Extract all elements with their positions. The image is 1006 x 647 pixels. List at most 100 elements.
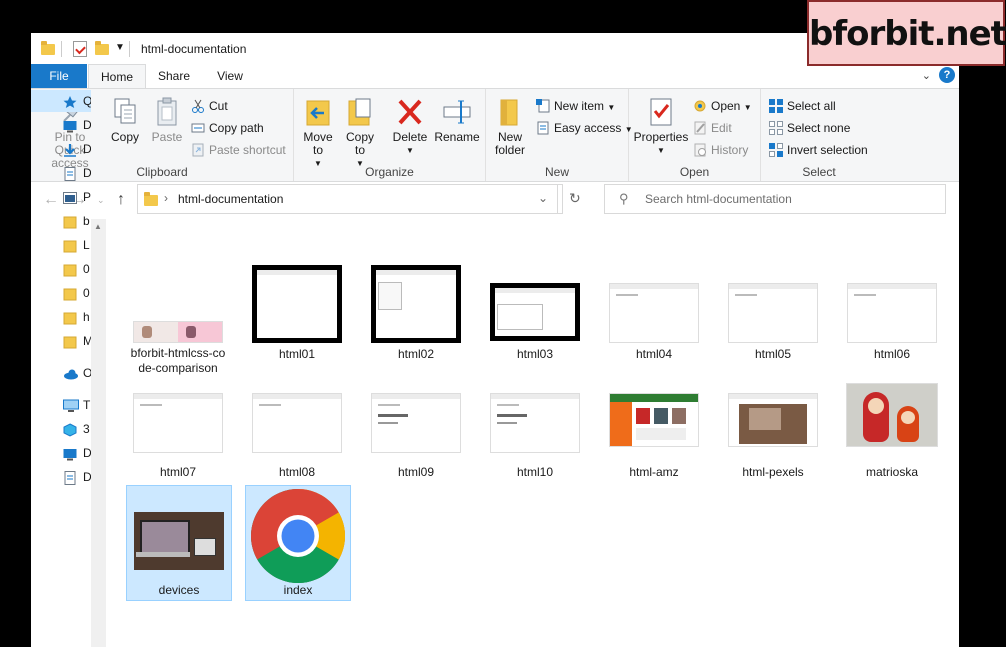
history-button[interactable]: History bbox=[693, 141, 748, 159]
open-group-label: Open bbox=[679, 165, 710, 179]
file-thumbnail bbox=[490, 283, 580, 341]
nav-item[interactable]: D bbox=[31, 162, 91, 184]
file-name: html-amz bbox=[629, 465, 679, 479]
new-item-button[interactable]: New item ▼ bbox=[536, 97, 615, 115]
help-icon[interactable]: ? bbox=[939, 67, 955, 83]
properties-button[interactable]: Properties ▼ bbox=[631, 97, 691, 157]
file-item[interactable]: devices bbox=[126, 485, 232, 601]
move-folder-icon bbox=[304, 97, 332, 127]
nav-item-label: h bbox=[83, 310, 90, 324]
select-group-label: Select bbox=[802, 165, 836, 179]
nav-item[interactable]: 0 bbox=[31, 282, 91, 304]
copy-button[interactable]: Copy bbox=[105, 97, 145, 144]
file-name: index bbox=[283, 583, 313, 597]
new-folder-quick-icon[interactable] bbox=[95, 41, 109, 55]
paste-shortcut-button[interactable]: Paste shortcut bbox=[191, 141, 286, 159]
file-item[interactable]: html-pexels bbox=[721, 379, 825, 485]
address-dropdown-icon[interactable]: ⌄ bbox=[538, 191, 548, 205]
file-name: html08 bbox=[278, 465, 316, 479]
chevron-down-icon[interactable]: ⌄ bbox=[922, 69, 931, 82]
file-item[interactable]: html05 bbox=[721, 261, 825, 367]
address-bar[interactable]: › html-documentation ⌄ ↻ bbox=[137, 184, 581, 214]
scroll-up-icon[interactable]: ▲ bbox=[94, 222, 102, 231]
nav-item[interactable]: D bbox=[31, 442, 91, 464]
easy-access-button[interactable]: Easy access ▼ bbox=[536, 119, 633, 137]
nav-item[interactable]: D bbox=[31, 138, 91, 160]
nav-item[interactable]: b bbox=[31, 210, 91, 232]
search-input[interactable]: Search html-documentation bbox=[645, 192, 792, 206]
easy-access-icon bbox=[536, 121, 550, 135]
new-folder-button[interactable]: New folder bbox=[490, 97, 530, 157]
file-item[interactable]: matrioska bbox=[840, 379, 944, 485]
tab-home[interactable]: Home bbox=[88, 64, 146, 89]
open-group: Properties ▼ Open ▼ Edit History Open bbox=[629, 89, 761, 181]
file-item[interactable]: html06 bbox=[840, 261, 944, 367]
folder-icon bbox=[41, 41, 55, 55]
file-item[interactable]: html09 bbox=[364, 379, 468, 485]
file-name: bforbit-htmlcss-code-comparison bbox=[130, 346, 226, 375]
nav-scrollbar[interactable]: ▲ bbox=[91, 219, 106, 647]
file-item[interactable]: html07 bbox=[126, 379, 230, 485]
recent-chevron-icon[interactable]: ⌄ bbox=[97, 195, 105, 206]
customize-toolbar-icon[interactable]: ▼ bbox=[115, 42, 125, 53]
nav-item[interactable]: M bbox=[31, 330, 91, 352]
file-name: html10 bbox=[516, 465, 554, 479]
select-none-button[interactable]: Select none bbox=[769, 119, 850, 137]
properties-quick-icon[interactable] bbox=[73, 41, 87, 57]
nav-item-label: 0 bbox=[83, 262, 90, 276]
up-arrow-icon[interactable]: ↑ bbox=[117, 191, 125, 209]
open-button[interactable]: Open ▼ bbox=[693, 97, 752, 115]
delete-x-icon bbox=[396, 97, 424, 127]
nav-item[interactable]: D bbox=[31, 466, 91, 488]
breadcrumb[interactable]: html-documentation bbox=[178, 192, 283, 206]
copy-path-icon bbox=[191, 121, 205, 135]
nav-item[interactable]: 3 bbox=[31, 418, 91, 440]
file-item[interactable]: html03 bbox=[483, 261, 587, 367]
new-group-label: New bbox=[544, 165, 569, 179]
delete-button[interactable]: Delete ▼ bbox=[388, 97, 432, 157]
folder-icon bbox=[63, 334, 77, 349]
navigation-pane: QuDDDPbL00hMOrTh3DD ▲ bbox=[31, 90, 107, 647]
properties-icon bbox=[647, 97, 675, 127]
tab-file[interactable]: File bbox=[31, 64, 87, 88]
nav-item-label: P bbox=[83, 190, 91, 204]
select-all-button[interactable]: Select all bbox=[769, 97, 836, 115]
search-box[interactable]: ⚲ Search html-documentation bbox=[604, 184, 946, 214]
nav-item[interactable]: Qu bbox=[31, 90, 91, 112]
explorer-window: ▼ html-documentation File Home Share Vie… bbox=[31, 33, 959, 647]
nav-item[interactable]: Th bbox=[31, 394, 91, 416]
file-item[interactable]: html04 bbox=[602, 261, 706, 367]
file-item[interactable]: bforbit-htmlcss-code-comparison bbox=[126, 261, 230, 375]
tab-view[interactable]: View bbox=[203, 64, 257, 88]
file-thumbnail bbox=[609, 283, 699, 343]
file-item[interactable]: html-amz bbox=[602, 379, 706, 485]
nav-item[interactable]: L bbox=[31, 234, 91, 256]
nav-item[interactable]: P bbox=[31, 186, 91, 208]
refresh-icon[interactable]: ↻ bbox=[569, 190, 581, 207]
cut-button[interactable]: Cut bbox=[191, 97, 228, 115]
nav-item[interactable]: 0 bbox=[31, 258, 91, 280]
computer-icon bbox=[63, 398, 79, 412]
rename-button[interactable]: Rename bbox=[434, 97, 480, 144]
copy-to-button[interactable]: Copy to ▼ bbox=[340, 97, 380, 170]
cube-icon bbox=[63, 422, 77, 437]
edit-button[interactable]: Edit bbox=[693, 119, 732, 137]
file-item[interactable]: html02 bbox=[364, 261, 468, 367]
nav-item-label: Or bbox=[83, 366, 91, 380]
site-watermark-logo: bforbit.net bbox=[807, 0, 1006, 66]
file-item[interactable]: index bbox=[245, 485, 351, 601]
paste-shortcut-icon bbox=[191, 143, 205, 157]
nav-item-label: D bbox=[83, 142, 91, 156]
nav-item[interactable]: D bbox=[31, 114, 91, 136]
tab-share[interactable]: Share bbox=[147, 64, 201, 88]
nav-item[interactable]: Or bbox=[31, 362, 91, 384]
move-to-button[interactable]: Move to ▼ bbox=[298, 97, 338, 170]
file-item[interactable]: html10 bbox=[483, 379, 587, 485]
paste-button[interactable]: Paste bbox=[147, 97, 187, 144]
invert-selection-button[interactable]: Invert selection bbox=[769, 141, 868, 159]
document-icon bbox=[63, 166, 77, 181]
file-item[interactable]: html01 bbox=[245, 261, 349, 367]
file-item[interactable]: html08 bbox=[245, 379, 349, 485]
copy-path-button[interactable]: Copy path bbox=[191, 119, 264, 137]
nav-item[interactable]: h bbox=[31, 306, 91, 328]
